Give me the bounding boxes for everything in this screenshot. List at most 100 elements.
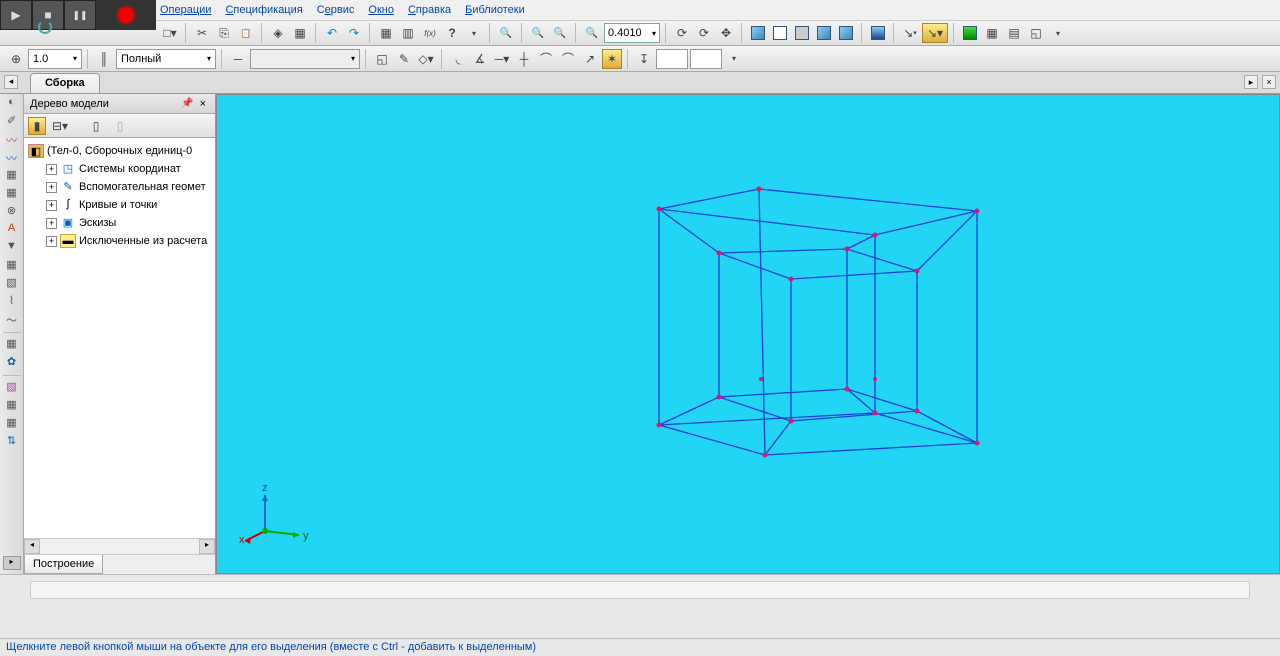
tree-mode-button[interactable]: ⊟▾ [50, 116, 70, 136]
tool-icon[interactable]: ◐ [3, 96, 21, 112]
orbit-button[interactable] [694, 23, 714, 43]
menu-help[interactable]: Справка [408, 4, 451, 16]
paste-button[interactable] [236, 23, 256, 43]
coord-y-field[interactable] [690, 49, 722, 69]
scroll-right-button[interactable]: ▸ [199, 539, 215, 554]
properties-button[interactable] [290, 23, 310, 43]
expand-icon[interactable]: + [46, 200, 57, 211]
tree-item-curves[interactable]: +∫Кривые и точки [24, 196, 215, 214]
expand-icon[interactable]: + [46, 164, 57, 175]
tool-icon[interactable]: ✐ [3, 114, 21, 130]
rec-pause-button[interactable] [64, 0, 96, 30]
tree-tool-button[interactable]: ▯ [86, 116, 106, 136]
dropdown-icon[interactable]: ▾ [724, 49, 744, 69]
tool-icon[interactable]: 〰 [3, 150, 21, 166]
coord-x-field[interactable] [656, 49, 688, 69]
tool-icon[interactable]: ⇅ [3, 434, 21, 450]
tool-button[interactable]: ⌒ [558, 49, 578, 69]
tool-button[interactable]: ─ [228, 49, 248, 69]
hidden-lines-button[interactable] [792, 23, 812, 43]
menu-operations[interactable]: Операции [160, 4, 211, 16]
pan-button[interactable] [716, 23, 736, 43]
tool-button[interactable]: ∡ [470, 49, 490, 69]
tool-icon[interactable]: ▦ [3, 416, 21, 432]
rec-record-indicator[interactable] [96, 0, 156, 30]
tool-icon[interactable]: ▼ [3, 240, 21, 256]
tool-icon[interactable]: ▦ [3, 258, 21, 274]
tool-button[interactable]: ▥ [398, 23, 418, 43]
close-icon[interactable]: × [197, 98, 209, 110]
tree-item-coords[interactable]: +◳Системы координат [24, 160, 215, 178]
dropdown-icon[interactable]: ▾ [1048, 23, 1068, 43]
gear-icon[interactable]: ✿ [3, 355, 21, 371]
expand-icon[interactable]: + [46, 236, 57, 247]
tool-icon[interactable]: ▦ [3, 168, 21, 184]
tool-icon[interactable]: ▦ [3, 398, 21, 414]
tree-display-button[interactable]: ▮ [28, 117, 46, 135]
tool-button[interactable]: ▤ [1004, 23, 1024, 43]
variables-button[interactable] [420, 23, 440, 43]
3d-viewport[interactable]: x y z [216, 94, 1280, 574]
wireframe-button[interactable] [770, 23, 790, 43]
tool-button[interactable]: ◈ [268, 23, 288, 43]
tool-button[interactable]: ↘▾ [922, 23, 948, 43]
zoom-in-button[interactable] [528, 23, 548, 43]
tool-icon[interactable]: 〰 [3, 132, 21, 148]
tool-button[interactable]: ↘▾ [900, 23, 920, 43]
shaded-button[interactable] [814, 23, 834, 43]
expand-icon[interactable]: + [46, 182, 57, 193]
tree-root[interactable]: ◧(Тел-0, Сборочных единиц-0 [24, 142, 215, 160]
perspective-button[interactable] [868, 23, 888, 43]
tool-button[interactable]: ◱ [372, 49, 392, 69]
tool-button[interactable]: ◟ [448, 49, 468, 69]
tool-button[interactable]: ◱ [1026, 23, 1046, 43]
tool-button[interactable]: ✶ [602, 49, 622, 69]
rotate-button[interactable] [672, 23, 692, 43]
rec-play-button[interactable] [0, 0, 32, 30]
zoom-scale-button[interactable] [582, 23, 602, 43]
rebuild-button[interactable] [960, 23, 980, 43]
tool-button[interactable]: ↗ [580, 49, 600, 69]
tab-assembly[interactable]: Сборка [30, 73, 100, 93]
menu-libraries[interactable]: Библиотеки [465, 4, 525, 16]
tab-scroll-left[interactable]: ◂ [4, 75, 18, 89]
tool-icon[interactable]: ⌇ [3, 294, 21, 310]
tree-tool-button[interactable]: ▯ [110, 116, 130, 136]
tree-body[interactable]: ◧(Тел-0, Сборочных единиц-0 +◳Системы ко… [24, 138, 215, 538]
tool-icon[interactable]: ⊗ [3, 204, 21, 220]
zoom-window-button[interactable] [496, 23, 516, 43]
iso-view-button[interactable] [748, 23, 768, 43]
step-input[interactable]: 1.0▾ [28, 49, 82, 69]
dropdown-icon[interactable]: ▾ [160, 23, 180, 43]
menu-specification[interactable]: Спецификация [225, 4, 302, 16]
tool-button[interactable]: ⌒ [536, 49, 556, 69]
redo-button[interactable] [344, 23, 364, 43]
cut-button[interactable] [192, 23, 212, 43]
table-button[interactable] [376, 23, 396, 43]
toolbar-expand[interactable]: ▸ [3, 556, 21, 570]
dropdown-icon[interactable]: ▾ [464, 23, 484, 43]
tool-button[interactable]: ┼ [514, 49, 534, 69]
menu-window[interactable]: Окно [368, 4, 394, 16]
copy-button[interactable] [214, 23, 234, 43]
tool-icon[interactable]: 〜 [3, 312, 21, 328]
expand-icon[interactable]: + [46, 218, 57, 229]
undo-button[interactable] [322, 23, 342, 43]
tab-scroll-right[interactable]: ▸ [1244, 75, 1258, 89]
help-button[interactable] [442, 23, 462, 43]
tool-button[interactable]: ✎ [394, 49, 414, 69]
scale-input[interactable]: 0.4010▾ [604, 23, 660, 43]
line-style-select[interactable]: Полный▾ [116, 49, 216, 69]
step-icon[interactable]: ⊕ [6, 49, 26, 69]
tool-icon[interactable]: ▦ [3, 337, 21, 353]
tool-icon[interactable]: A [3, 222, 21, 238]
tab-build[interactable]: Построение [24, 555, 103, 574]
tree-hscrollbar[interactable]: ◂ ▸ [24, 538, 215, 554]
pin-icon[interactable]: 📌 [178, 98, 196, 109]
tab-close[interactable]: × [1262, 75, 1276, 89]
layer-select[interactable]: ▾ [250, 49, 360, 69]
zoom-out-button[interactable] [550, 23, 570, 43]
tool-button[interactable]: ◇▾ [416, 49, 436, 69]
tree-item-excluded[interactable]: +▬Исключенные из расчета [24, 232, 215, 250]
shaded-edges-button[interactable] [836, 23, 856, 43]
